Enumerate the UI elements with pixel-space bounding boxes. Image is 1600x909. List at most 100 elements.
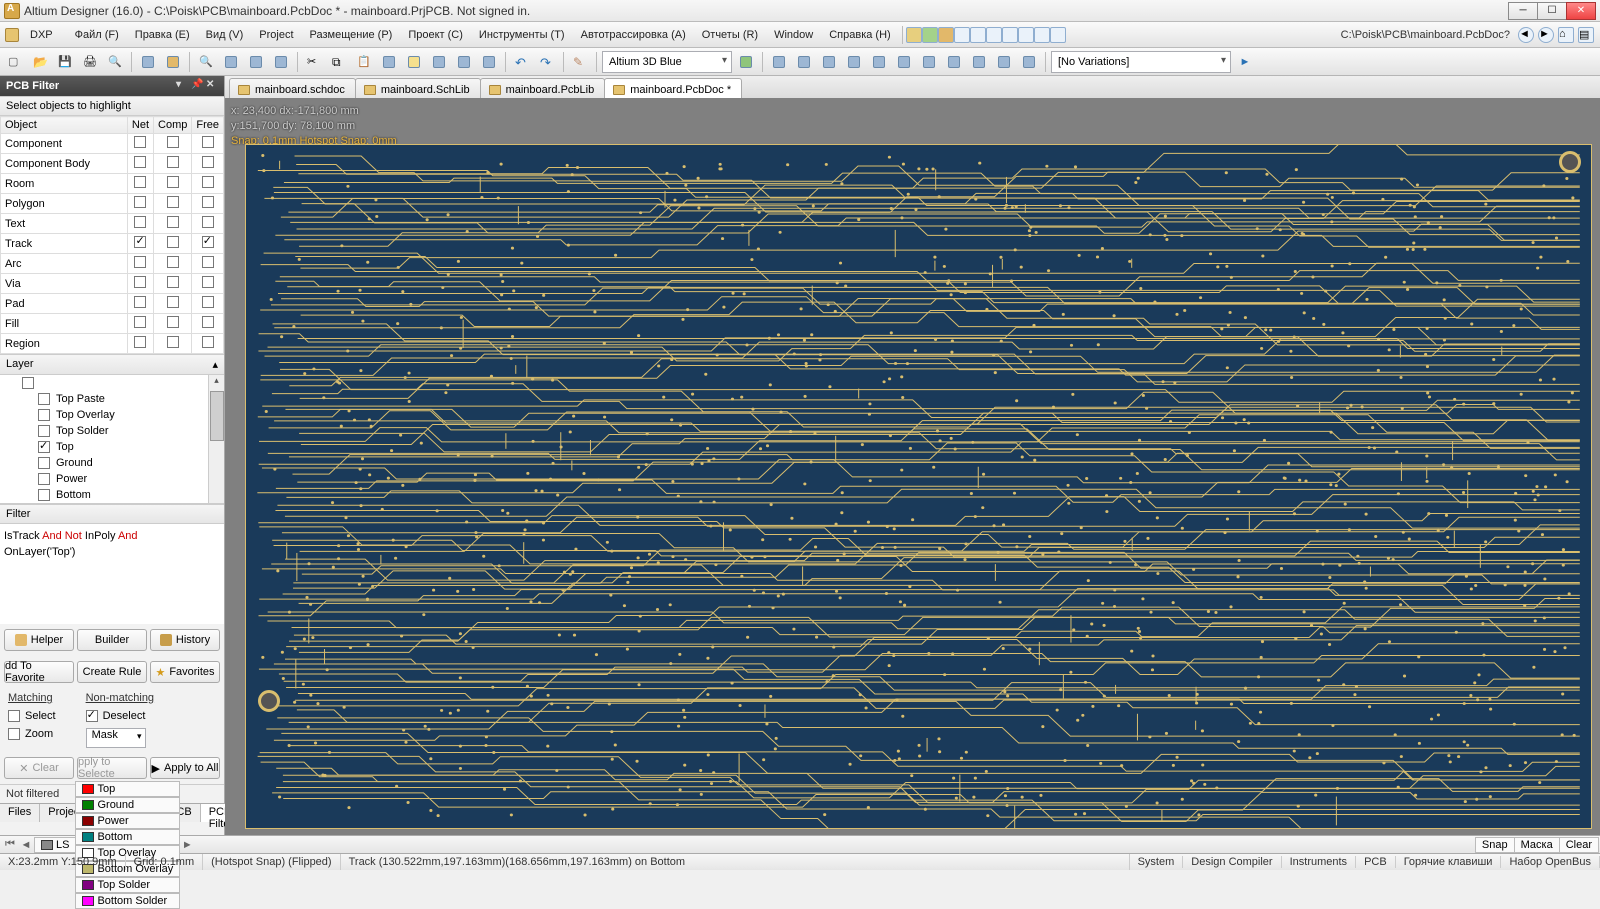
layerbar-action[interactable]: Маска: [1514, 837, 1560, 853]
layer-tab[interactable]: Bottom Solder: [75, 893, 180, 909]
layer-checkbox[interactable]: [38, 441, 50, 453]
free-checkbox[interactable]: [202, 236, 214, 248]
layer-checkbox[interactable]: [38, 457, 50, 469]
col-net[interactable]: Net: [127, 117, 153, 134]
menu-palette-3[interactable]: [938, 27, 954, 43]
menu-tools[interactable]: Инструменты (T): [471, 25, 573, 45]
net-checkbox[interactable]: [134, 216, 146, 228]
deselect-checkbox[interactable]: [86, 710, 98, 722]
free-checkbox[interactable]: [202, 216, 214, 228]
object-row[interactable]: Text: [1, 214, 224, 234]
dxp-icon[interactable]: [5, 28, 19, 42]
paste-button[interactable]: [353, 51, 375, 73]
net-checkbox[interactable]: [134, 276, 146, 288]
layer-tab[interactable]: Power: [75, 813, 180, 829]
layer-checkbox[interactable]: [38, 489, 50, 501]
comp-checkbox[interactable]: [167, 336, 179, 348]
layerbar-action[interactable]: Snap: [1475, 837, 1515, 853]
document-tab[interactable]: mainboard.schdoc: [229, 78, 356, 98]
net-checkbox[interactable]: [134, 196, 146, 208]
layer-row[interactable]: Bottom: [0, 487, 224, 503]
panel-close-icon[interactable]: ✕: [206, 80, 218, 92]
object-row[interactable]: Fill: [1, 314, 224, 334]
status-link[interactable]: Горячие клавиши: [1396, 856, 1502, 868]
route-1-button[interactable]: [768, 51, 790, 73]
layer-row[interactable]: [0, 375, 224, 391]
pcb-board[interactable]: [245, 144, 1592, 829]
menu-file[interactable]: Файл (F): [67, 25, 127, 45]
lock-button[interactable]: [478, 51, 500, 73]
layer-checkbox[interactable]: [38, 473, 50, 485]
layertab-prev[interactable]: ◄: [18, 839, 34, 851]
net-checkbox[interactable]: [134, 336, 146, 348]
nav-back-button[interactable]: ◄: [1518, 27, 1534, 43]
document-tab[interactable]: mainboard.PcbLib: [480, 78, 606, 98]
layer-checkbox[interactable]: [22, 377, 34, 389]
object-row[interactable]: Via: [1, 274, 224, 294]
route-2-button[interactable]: [793, 51, 815, 73]
layerset-button[interactable]: LS: [34, 837, 76, 853]
zoom-sel-button[interactable]: [270, 51, 292, 73]
comp-checkbox[interactable]: [167, 276, 179, 288]
copy-button[interactable]: [328, 51, 350, 73]
menu-place[interactable]: Размещение (P): [302, 25, 401, 45]
comp-checkbox[interactable]: [167, 156, 179, 168]
layer-row[interactable]: Top Paste: [0, 391, 224, 407]
status-link[interactable]: System: [1130, 856, 1184, 868]
comp-checkbox[interactable]: [167, 216, 179, 228]
layer-tab[interactable]: Top: [75, 781, 180, 797]
cut-button[interactable]: [303, 51, 325, 73]
free-checkbox[interactable]: [202, 256, 214, 268]
route-5-button[interactable]: [868, 51, 890, 73]
layertab-next[interactable]: ►: [179, 839, 195, 851]
zoom-checkbox[interactable]: [8, 728, 20, 740]
net-checkbox[interactable]: [134, 156, 146, 168]
layer-row[interactable]: Top Solder: [0, 423, 224, 439]
menu-palette-2[interactable]: [922, 27, 938, 43]
find-button[interactable]: [403, 51, 425, 73]
comp-checkbox[interactable]: [167, 176, 179, 188]
layerbar-action[interactable]: Clear: [1559, 837, 1599, 853]
theme-selector[interactable]: Altium 3D Blue: [602, 51, 732, 73]
net-checkbox[interactable]: [134, 256, 146, 268]
route-8-button[interactable]: [943, 51, 965, 73]
layer-checkbox[interactable]: [38, 409, 50, 421]
close-button[interactable]: ✕: [1566, 2, 1596, 20]
document-tab[interactable]: mainboard.PcbDoc *: [604, 78, 742, 98]
menu-palette-4[interactable]: [954, 27, 970, 43]
panel-header[interactable]: PCB Filter ▾ 📌 ✕: [0, 76, 224, 96]
object-row[interactable]: Track: [1, 234, 224, 254]
filter-expression[interactable]: IsTrack And Not InPoly And OnLayer('Top'…: [0, 524, 224, 624]
comp-checkbox[interactable]: [167, 296, 179, 308]
layer-scrollbar[interactable]: ▴: [208, 375, 224, 503]
menu-dxp[interactable]: DXP: [22, 25, 61, 45]
preview-button[interactable]: [104, 51, 126, 73]
panel-tab[interactable]: Files: [0, 804, 40, 822]
layer-header[interactable]: Layer ▴: [0, 354, 224, 375]
layer-row[interactable]: Power: [0, 471, 224, 487]
free-checkbox[interactable]: [202, 296, 214, 308]
add-favorite-button[interactable]: dd To Favorite: [4, 661, 74, 683]
open-project-button[interactable]: [137, 51, 159, 73]
menu-palette-9[interactable]: [1034, 27, 1050, 43]
free-checkbox[interactable]: [202, 156, 214, 168]
net-checkbox[interactable]: [134, 316, 146, 328]
variations-selector[interactable]: [No Variations]: [1051, 51, 1231, 73]
highlight-button[interactable]: [569, 51, 591, 73]
apply-selected-button[interactable]: pply to Selecte: [77, 757, 147, 779]
col-object[interactable]: Object: [1, 117, 128, 134]
mask-selector[interactable]: Mask: [86, 728, 146, 748]
undo-button[interactable]: [511, 51, 533, 73]
menu-edit[interactable]: Правка (E): [127, 25, 198, 45]
pcb-canvas[interactable]: x: 23,400 dx:-171,800 mm y:151,700 dy: 7…: [225, 98, 1600, 835]
col-comp[interactable]: Comp: [154, 117, 192, 134]
menu-palette-10[interactable]: [1050, 27, 1066, 43]
menu-autoroute[interactable]: Автотрассировка (A): [573, 25, 694, 45]
free-checkbox[interactable]: [202, 196, 214, 208]
menu-palette-6[interactable]: [986, 27, 1002, 43]
select-button[interactable]: [428, 51, 450, 73]
object-row[interactable]: Region: [1, 334, 224, 354]
object-row[interactable]: Pad: [1, 294, 224, 314]
panel-dropdown-icon[interactable]: ▾: [176, 80, 188, 92]
save-button[interactable]: [54, 51, 76, 73]
